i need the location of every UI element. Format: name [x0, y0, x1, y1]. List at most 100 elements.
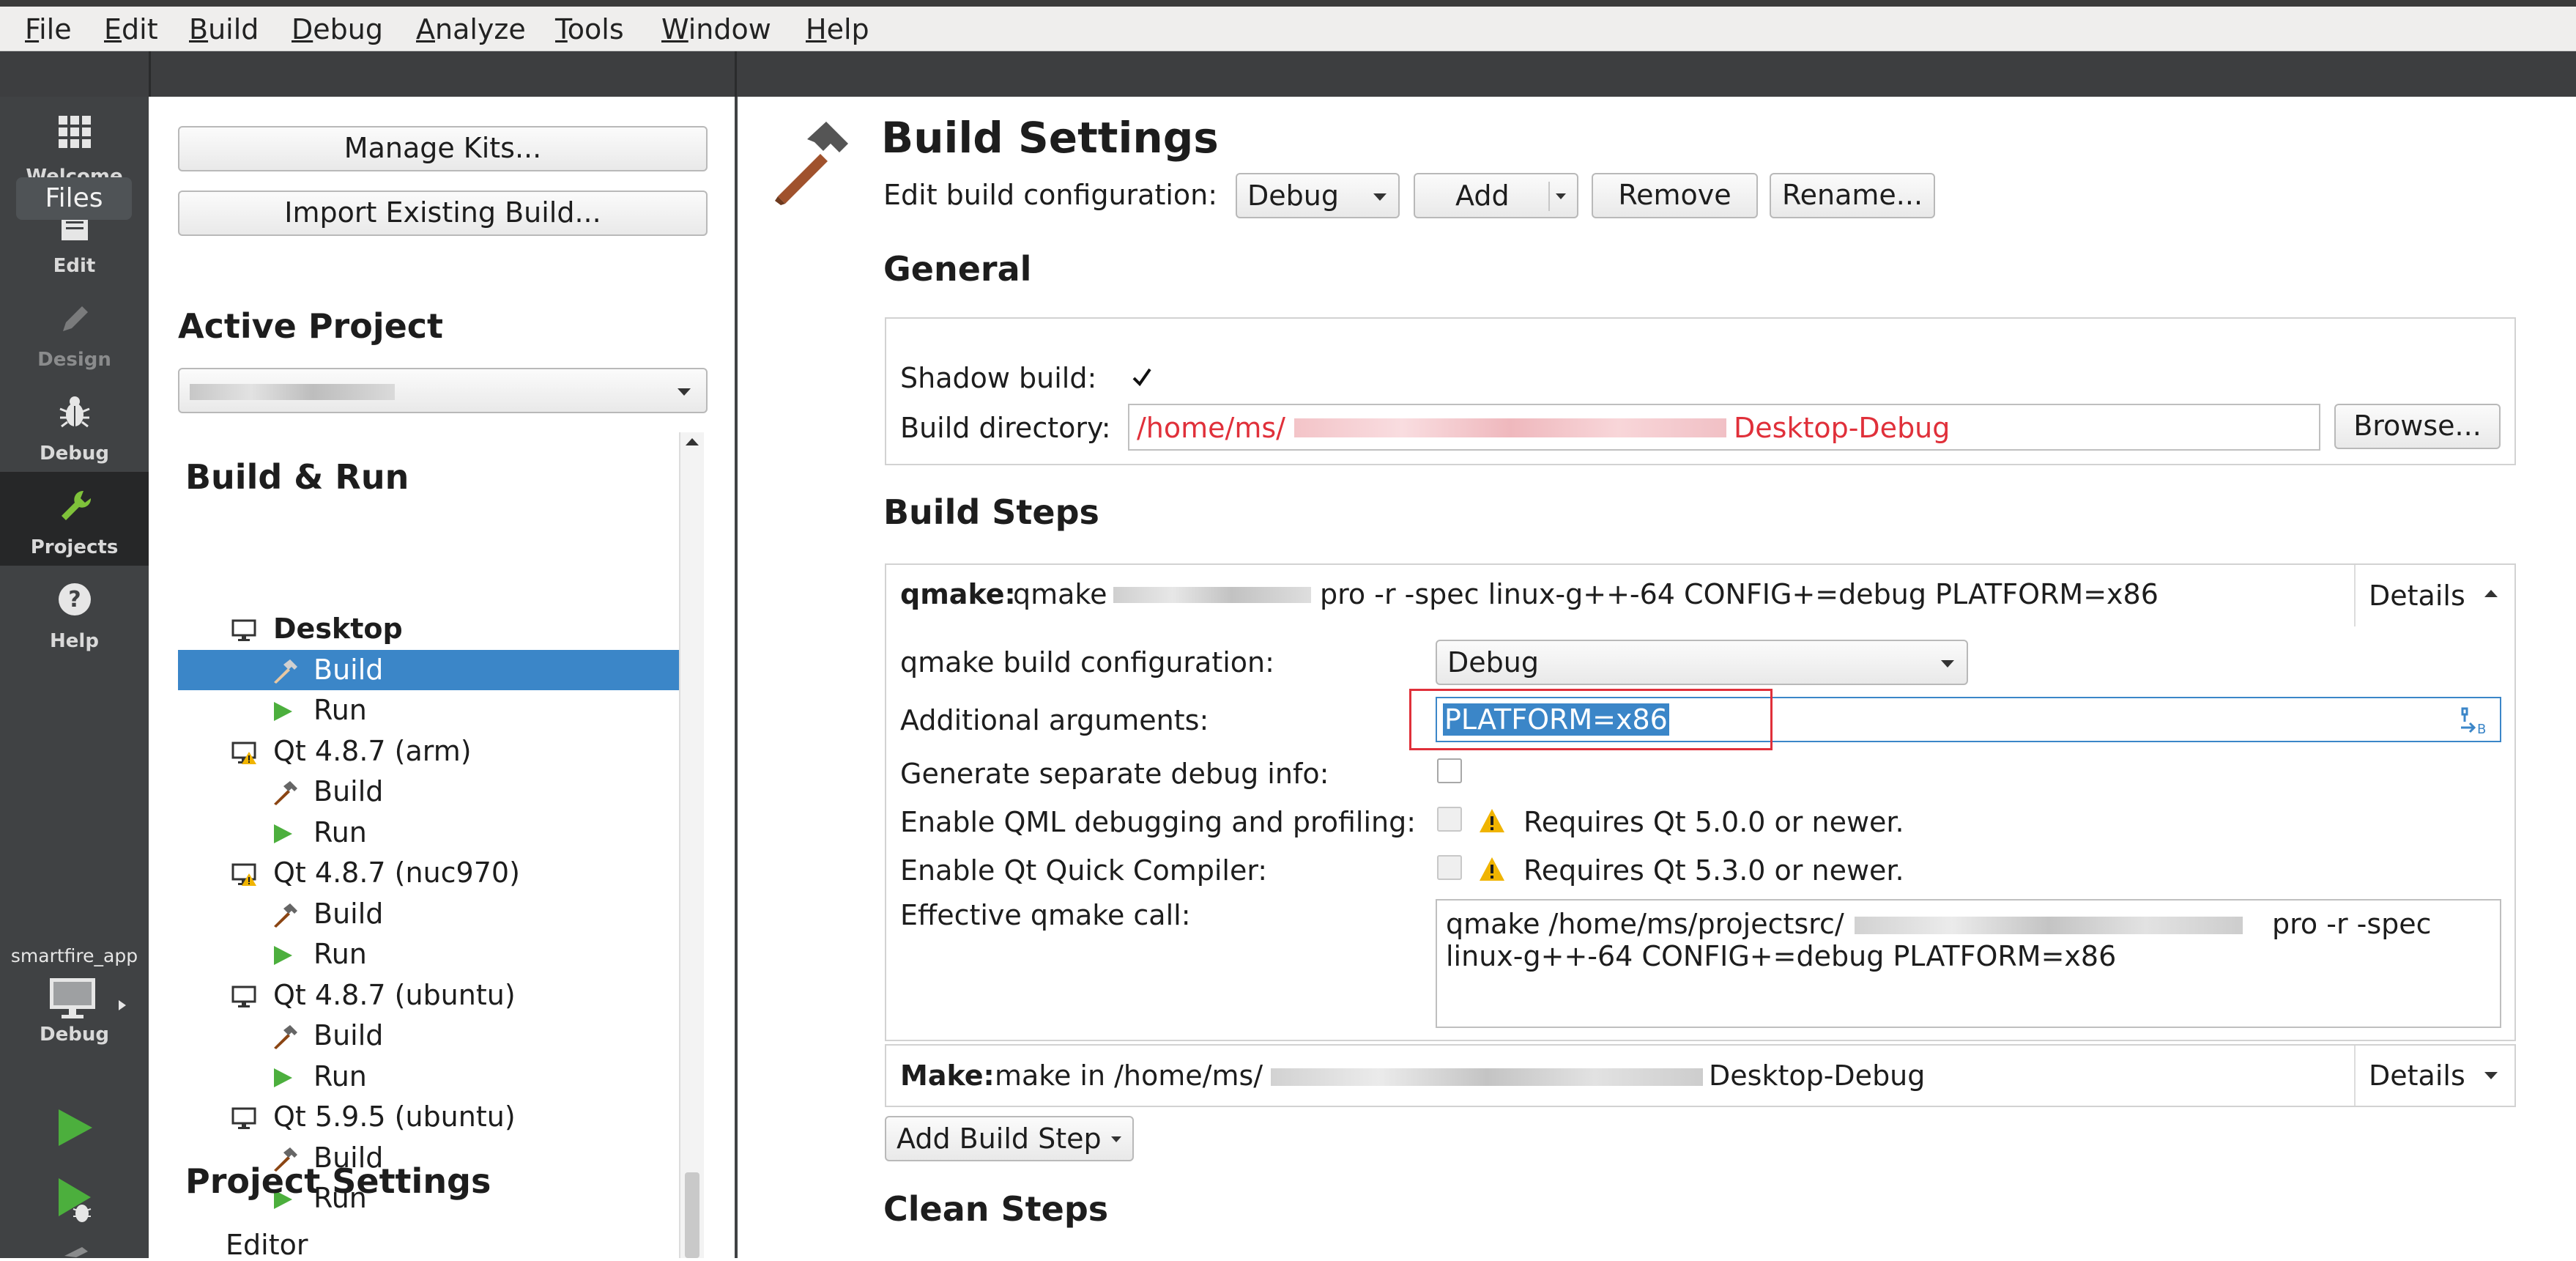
build-directory-field[interactable]: /home/ms/ Desktop-Debug [1128, 404, 2320, 451]
additional-args-label: Additional arguments: [900, 704, 1209, 736]
kit-item[interactable]: Qt 4.8.7 (arm) [178, 731, 680, 772]
menu-file[interactable]: File [25, 11, 72, 48]
clean-steps-heading: Clean Steps [883, 1189, 1109, 1229]
build-config-combo[interactable]: Debug [1236, 173, 1400, 218]
browse-button[interactable]: Browse... [2334, 404, 2501, 449]
kit-item[interactable]: Qt 4.8.7 (nuc970) [178, 853, 680, 893]
tree-item-build[interactable]: Build [178, 894, 680, 934]
svg-text:B: B [2477, 722, 2486, 735]
tree-item-label: Qt 4.8.7 (ubuntu) [273, 979, 516, 1011]
quick-compiler-label: Enable Qt Quick Compiler: [900, 854, 1268, 887]
mode-help-label: Help [50, 630, 99, 652]
menu-analyze[interactable]: Analyze [416, 11, 526, 48]
remove-config-button[interactable]: Remove [1592, 173, 1758, 218]
rename-config-button[interactable]: Rename... [1770, 173, 1935, 218]
projects-scrollbar[interactable] [679, 432, 704, 1258]
menu-debug[interactable]: Debug [292, 11, 383, 48]
qmake-details-toggle[interactable]: Details [2356, 565, 2514, 626]
chevron-down-icon [678, 388, 691, 396]
target-project-name: smartfire_app [10, 945, 138, 966]
effective-call-line2: linux-g++-64 CONFIG+=debug PLATFORM=x86 [1446, 940, 2117, 972]
mode-design-label: Design [37, 349, 111, 371]
separate-debug-label: Generate separate debug info: [900, 758, 1329, 790]
mode-projects[interactable]: Projects [0, 472, 149, 566]
menu-window[interactable]: Window [661, 11, 771, 48]
pencil-icon [63, 306, 88, 331]
qmake-config-value: Debug [1447, 646, 1539, 678]
redacted-project-path [1855, 917, 2243, 934]
tree-item-run[interactable]: Run [178, 934, 680, 975]
help-icon: ? [59, 583, 91, 615]
qmake-step-prefix: qmake: [900, 578, 1016, 610]
warning-icon [1480, 857, 1504, 881]
projects-pane: Manage Kits... Import Existing Build... … [149, 97, 735, 1261]
tree-item-build[interactable]: Build [178, 772, 680, 812]
chevron-down-icon [1941, 660, 1954, 668]
debug-run-icon[interactable] [54, 1175, 98, 1225]
kit-item[interactable]: Desktop [178, 609, 680, 649]
menu-build[interactable]: Build [189, 11, 259, 48]
effective-call-box[interactable]: qmake /home/ms/projectsrc/ pro -r -spec … [1436, 899, 2501, 1028]
shadow-build-checkbox[interactable] [1128, 363, 1153, 388]
tree-item-label: Build [313, 1019, 384, 1051]
tree-item-run[interactable]: Run [178, 813, 680, 853]
mode-welcome[interactable]: Welcome [0, 97, 149, 191]
tree-item-run[interactable]: Run [178, 1057, 680, 1097]
menu-edit[interactable]: Edit [104, 11, 158, 48]
monitor-icon [231, 985, 256, 1007]
variable-chooser-icon[interactable]: B [2457, 706, 2490, 735]
window-top-strip [0, 0, 2576, 7]
add-config-button[interactable]: Add [1414, 173, 1578, 218]
run-icon[interactable] [54, 1106, 95, 1149]
qmake-config-label: qmake build configuration: [900, 646, 1274, 678]
quick-compiler-note: Requires Qt 5.3.0 or newer. [1523, 854, 1904, 887]
pane-divider[interactable] [735, 97, 738, 1258]
make-details-toggle[interactable]: Details [2356, 1046, 2514, 1106]
tree-item-run[interactable]: Run [178, 690, 680, 731]
quick-compiler-checkbox[interactable] [1437, 855, 1462, 880]
effective-call-start: qmake /home/ms/projectsrc/ [1446, 908, 1844, 940]
kit-item[interactable]: Qt 5.9.5 (ubuntu) [178, 1097, 680, 1137]
tree-item-label: Run [313, 938, 367, 970]
target-selector[interactable]: Debug [0, 972, 149, 1053]
mode-help[interactable]: ? Help [0, 566, 149, 659]
scrollbar-thumb[interactable] [685, 1172, 699, 1258]
monitor-icon [231, 1107, 256, 1129]
add-build-step-button[interactable]: Add Build Step [885, 1116, 1134, 1161]
chevron-up-icon [2484, 590, 2498, 597]
active-project-heading: Active Project [178, 306, 444, 346]
scroll-up-icon[interactable] [686, 438, 699, 445]
hammer-icon [274, 781, 297, 805]
monitor-warning-icon [231, 742, 256, 764]
separate-debug-checkbox[interactable] [1437, 758, 1462, 783]
menu-tools[interactable]: Tools [555, 11, 624, 48]
chevron-down-icon [1556, 193, 1566, 199]
build-config-value: Debug [1247, 180, 1339, 212]
tree-item-label: Run [313, 694, 367, 726]
toolbar-separator [149, 51, 151, 97]
mode-edit-label: Edit [53, 255, 96, 277]
tree-item-label: Qt 4.8.7 (arm) [273, 735, 472, 767]
redacted-path [1294, 418, 1726, 437]
settings-editor-item[interactable]: Editor [226, 1229, 308, 1261]
qml-debug-checkbox[interactable] [1437, 807, 1462, 832]
tree-item-label: Qt 4.8.7 (nuc970) [273, 857, 520, 889]
qmake-config-combo[interactable]: Debug [1436, 640, 1968, 685]
bug-icon [59, 396, 90, 428]
menu-help[interactable]: Help [806, 11, 869, 48]
toolbar-separator [735, 51, 737, 97]
manage-kits-button[interactable]: Manage Kits... [178, 126, 708, 171]
menu-bar: File Edit Build Debug Analyze Tools Wind… [0, 7, 2576, 51]
tree-item-build[interactable]: Build [178, 1016, 680, 1056]
highlight-box [1409, 689, 1773, 750]
chevron-down-icon [1111, 1136, 1121, 1142]
tree-item-build[interactable]: Build [178, 650, 680, 690]
mode-design[interactable]: Design [0, 284, 149, 378]
monitor-icon [231, 619, 256, 641]
active-project-combo[interactable] [178, 368, 708, 413]
build-hammer-icon[interactable] [62, 1246, 91, 1258]
import-build-button[interactable]: Import Existing Build... [178, 191, 708, 236]
files-tooltip: Files [16, 177, 132, 220]
mode-debug[interactable]: Debug [0, 378, 149, 472]
kit-item[interactable]: Qt 4.8.7 (ubuntu) [178, 975, 680, 1016]
